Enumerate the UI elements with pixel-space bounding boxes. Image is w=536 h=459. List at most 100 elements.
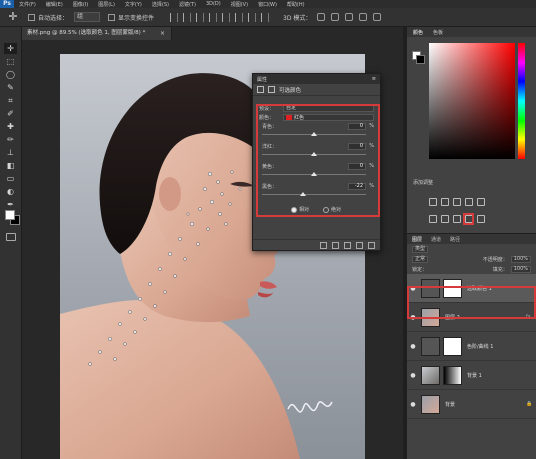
lasso-icon[interactable]: ◯ [4, 69, 17, 80]
mask-icon[interactable] [268, 86, 275, 93]
hue-slider[interactable] [518, 43, 525, 159]
menu-file[interactable]: 文件(F) [14, 1, 41, 8]
layer-kind-filter[interactable]: 类型 [412, 245, 429, 253]
marquee-icon[interactable]: ⬚ [4, 56, 17, 67]
layers-lock-row: 锁定： 填充： 100% [407, 264, 536, 274]
align-bottom-icon[interactable] [235, 12, 244, 22]
properties-highlight-box [256, 104, 380, 217]
close-tab-icon[interactable]: × [160, 27, 165, 40]
menu-view[interactable]: 视图(V) [226, 1, 253, 8]
drag-3d-icon[interactable] [345, 13, 354, 21]
eyedropper-icon[interactable]: ✐ [4, 108, 17, 119]
menu-select[interactable]: 选择(S) [147, 1, 174, 8]
distribute-h-icon[interactable] [261, 12, 270, 22]
show-transform-label: 显示变换控件 [118, 14, 155, 22]
align-middle-icon[interactable] [222, 12, 231, 22]
fill-value[interactable]: 100% [510, 265, 531, 273]
gradient-icon[interactable]: ▭ [4, 173, 17, 184]
visibility-toggle-icon[interactable] [356, 241, 363, 249]
menu-filter[interactable]: 滤镜(T) [174, 1, 201, 8]
menu-help[interactable]: 帮助(H) [282, 1, 310, 8]
photoshop-logo: Ps [0, 0, 14, 8]
slide-3d-icon[interactable] [359, 13, 368, 21]
color-balance-icon[interactable] [441, 215, 449, 223]
adjustment-row-1 [429, 198, 485, 206]
align-right-icon[interactable] [196, 12, 205, 22]
roll-3d-icon[interactable] [331, 13, 340, 21]
hue-saturation-icon[interactable] [429, 215, 437, 223]
quick-select-icon[interactable]: ✎ [4, 82, 17, 93]
tab-paths[interactable]: 路径 [450, 236, 460, 243]
foreground-color-swatch[interactable] [5, 210, 15, 220]
view-previous-icon[interactable] [332, 241, 339, 249]
lock-label: 锁定： [412, 266, 428, 273]
layer-name[interactable]: 背景 [445, 401, 526, 408]
exposure-icon[interactable] [465, 198, 473, 206]
mode3d-buttons [317, 13, 382, 21]
pen-icon[interactable]: ✒ [4, 199, 17, 210]
align-center-icon[interactable] [183, 12, 192, 22]
layer-name[interactable]: 色阶/曲线 1 [467, 343, 536, 350]
mask-thumbnail[interactable] [443, 336, 462, 356]
layer-highlight-box [407, 286, 536, 319]
crop-icon[interactable]: ⌗ [4, 95, 17, 106]
layer-background[interactable]: ● 背景 🔒 [407, 390, 536, 419]
layer-background-copy[interactable]: ● 背景 1 [407, 361, 536, 390]
tab-color[interactable]: 颜色 [413, 29, 423, 36]
blend-mode-dropdown[interactable]: 正常 [412, 255, 429, 263]
document-tab[interactable]: 素材.png @ 89.5% (选取颜色 1, 图层蒙版/8) * [22, 27, 172, 40]
tab-channels[interactable]: 通道 [431, 236, 441, 243]
color-picker-field[interactable] [429, 43, 515, 159]
show-transform-checkbox[interactable] [108, 13, 116, 21]
eraser-icon[interactable]: ◧ [4, 160, 17, 171]
auto-select-checkbox[interactable] [28, 13, 35, 21]
distribute-icon[interactable] [248, 12, 257, 22]
opacity-value[interactable]: 100% [510, 255, 531, 263]
tab-layers[interactable]: 图层 [412, 236, 422, 243]
delete-adjustment-icon[interactable] [368, 241, 375, 249]
menu-layer[interactable]: 图层(L) [93, 1, 120, 8]
align-left-icon[interactable] [170, 12, 179, 22]
adjustments-title: 添加调整 [413, 180, 434, 186]
channel-mixer-icon[interactable] [477, 215, 485, 223]
eye-icon[interactable]: ● [407, 401, 419, 408]
brush-icon[interactable]: ✏ [4, 134, 17, 145]
layer-name[interactable]: 背景 1 [467, 372, 536, 379]
eye-icon[interactable]: ● [407, 343, 419, 350]
vibrance-icon[interactable] [477, 198, 485, 206]
move-icon[interactable]: ✛ [4, 43, 17, 54]
menu-image[interactable]: 图像(I) [68, 1, 93, 8]
layer-thumbnail [421, 365, 440, 385]
clip-to-layer-icon[interactable] [320, 241, 327, 249]
auto-select-label: 自动选择： [38, 14, 69, 22]
healing-icon[interactable]: ✚ [4, 121, 17, 132]
fill-label: 填充： [492, 266, 508, 273]
layers-blend-row: 正常 不透明度： 100% [407, 254, 536, 264]
black-white-icon[interactable] [453, 215, 461, 223]
mask-thumbnail[interactable] [443, 365, 462, 385]
layers-panel: 图层 通道 路径 类型 正常 不透明度： 100% 锁定： 填充： 100% ●… [407, 233, 536, 459]
layer-levels[interactable]: ● 色阶/曲线 1 [407, 332, 536, 361]
blur-icon[interactable]: ◐ [4, 186, 17, 197]
panel-menu-icon[interactable]: ≡ [372, 76, 376, 82]
rotate-3d-icon[interactable] [317, 13, 326, 21]
tab-swatches[interactable]: 色板 [433, 29, 443, 36]
scale-3d-icon[interactable] [373, 13, 382, 21]
auto-select-dropdown[interactable]: 组 [74, 12, 101, 22]
menu-edit[interactable]: 编辑(E) [41, 1, 68, 8]
move-tool-icon[interactable]: ✛ [6, 10, 20, 24]
brightness-icon[interactable] [429, 198, 437, 206]
stamp-icon[interactable]: ⊥ [4, 147, 17, 158]
align-top-icon[interactable] [209, 12, 218, 22]
menu-type[interactable]: 文字(Y) [120, 1, 147, 8]
color-panel-background[interactable] [416, 55, 425, 64]
menu-3d[interactable]: 3D(D) [201, 1, 226, 7]
properties-footer [253, 239, 380, 250]
adjustment-title: 可选颜色 [279, 87, 302, 94]
curves-icon[interactable] [453, 198, 461, 206]
quick-mask-icon[interactable] [6, 233, 16, 241]
reset-icon[interactable] [344, 241, 351, 249]
levels-icon[interactable] [441, 198, 449, 206]
menu-window[interactable]: 窗口(W) [253, 1, 282, 8]
eye-icon[interactable]: ● [407, 372, 419, 379]
